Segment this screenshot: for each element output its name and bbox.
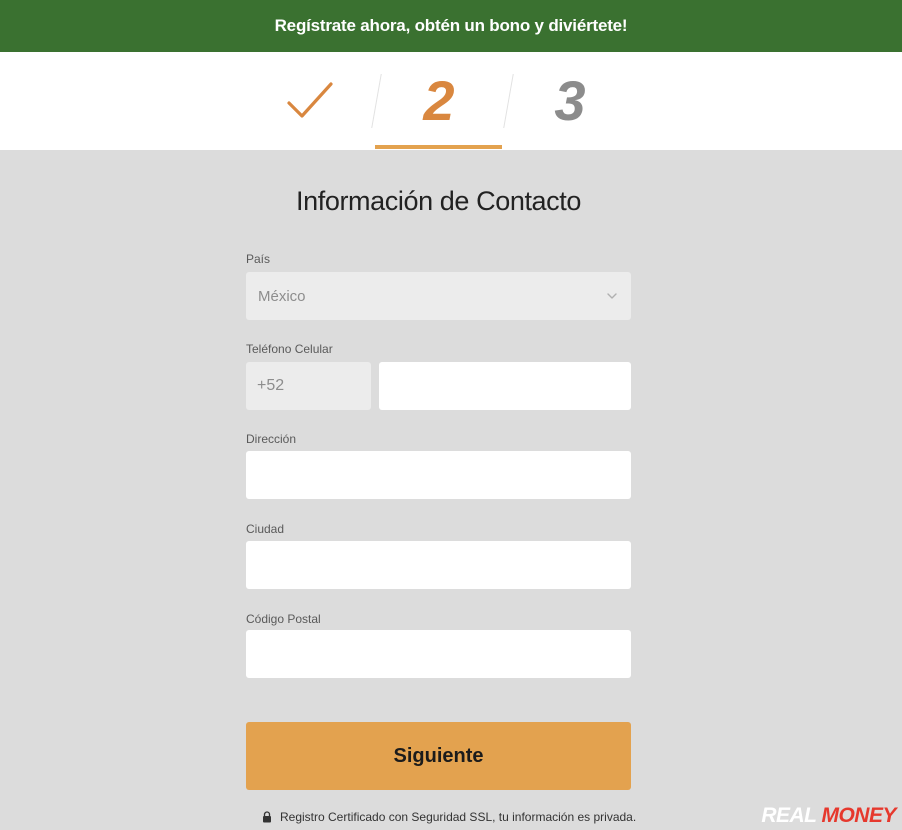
address-label: Dirección bbox=[246, 432, 297, 446]
promo-banner: Regístrate ahora, obtén un bono y diviér… bbox=[0, 0, 902, 52]
step-3-upcoming: 3 bbox=[508, 52, 632, 150]
city-input[interactable] bbox=[246, 541, 631, 589]
watermark-part-1: REAL bbox=[761, 804, 817, 827]
step-indicator: 2 3 bbox=[0, 52, 902, 150]
promo-banner-text: Regístrate ahora, obtén un bono y diviér… bbox=[274, 16, 628, 35]
country-select[interactable]: México bbox=[246, 272, 631, 320]
form-title: Información de Contacto bbox=[296, 186, 581, 216]
ssl-notice-text: Registro Certificado con Seguridad SSL, … bbox=[280, 810, 637, 824]
check-icon bbox=[287, 82, 333, 118]
postal-code-input[interactable] bbox=[246, 630, 631, 678]
step-2-number: 2 bbox=[423, 69, 455, 132]
country-select-value: México bbox=[258, 287, 306, 305]
phone-prefix: +52 bbox=[246, 362, 371, 410]
next-button[interactable]: Siguiente bbox=[246, 722, 631, 790]
ssl-notice: Registro Certificado con Seguridad SSL, … bbox=[262, 810, 636, 824]
current-step-underline bbox=[375, 145, 502, 149]
real-money-watermark: REAL MONEY bbox=[761, 804, 896, 828]
phone-input[interactable] bbox=[379, 362, 631, 410]
step-1-completed bbox=[248, 52, 372, 150]
lock-icon bbox=[263, 811, 271, 823]
city-label: Ciudad bbox=[246, 522, 285, 536]
phone-label: Teléfono Celular bbox=[246, 342, 333, 356]
country-label: País bbox=[246, 252, 271, 266]
step-2-current: 2 bbox=[376, 52, 502, 150]
address-input[interactable] bbox=[246, 451, 631, 499]
watermark-part-2: MONEY bbox=[821, 804, 896, 827]
chevron-down-icon bbox=[607, 293, 617, 299]
postal-code-label: Código Postal bbox=[246, 612, 321, 626]
step-3-number: 3 bbox=[554, 69, 586, 132]
